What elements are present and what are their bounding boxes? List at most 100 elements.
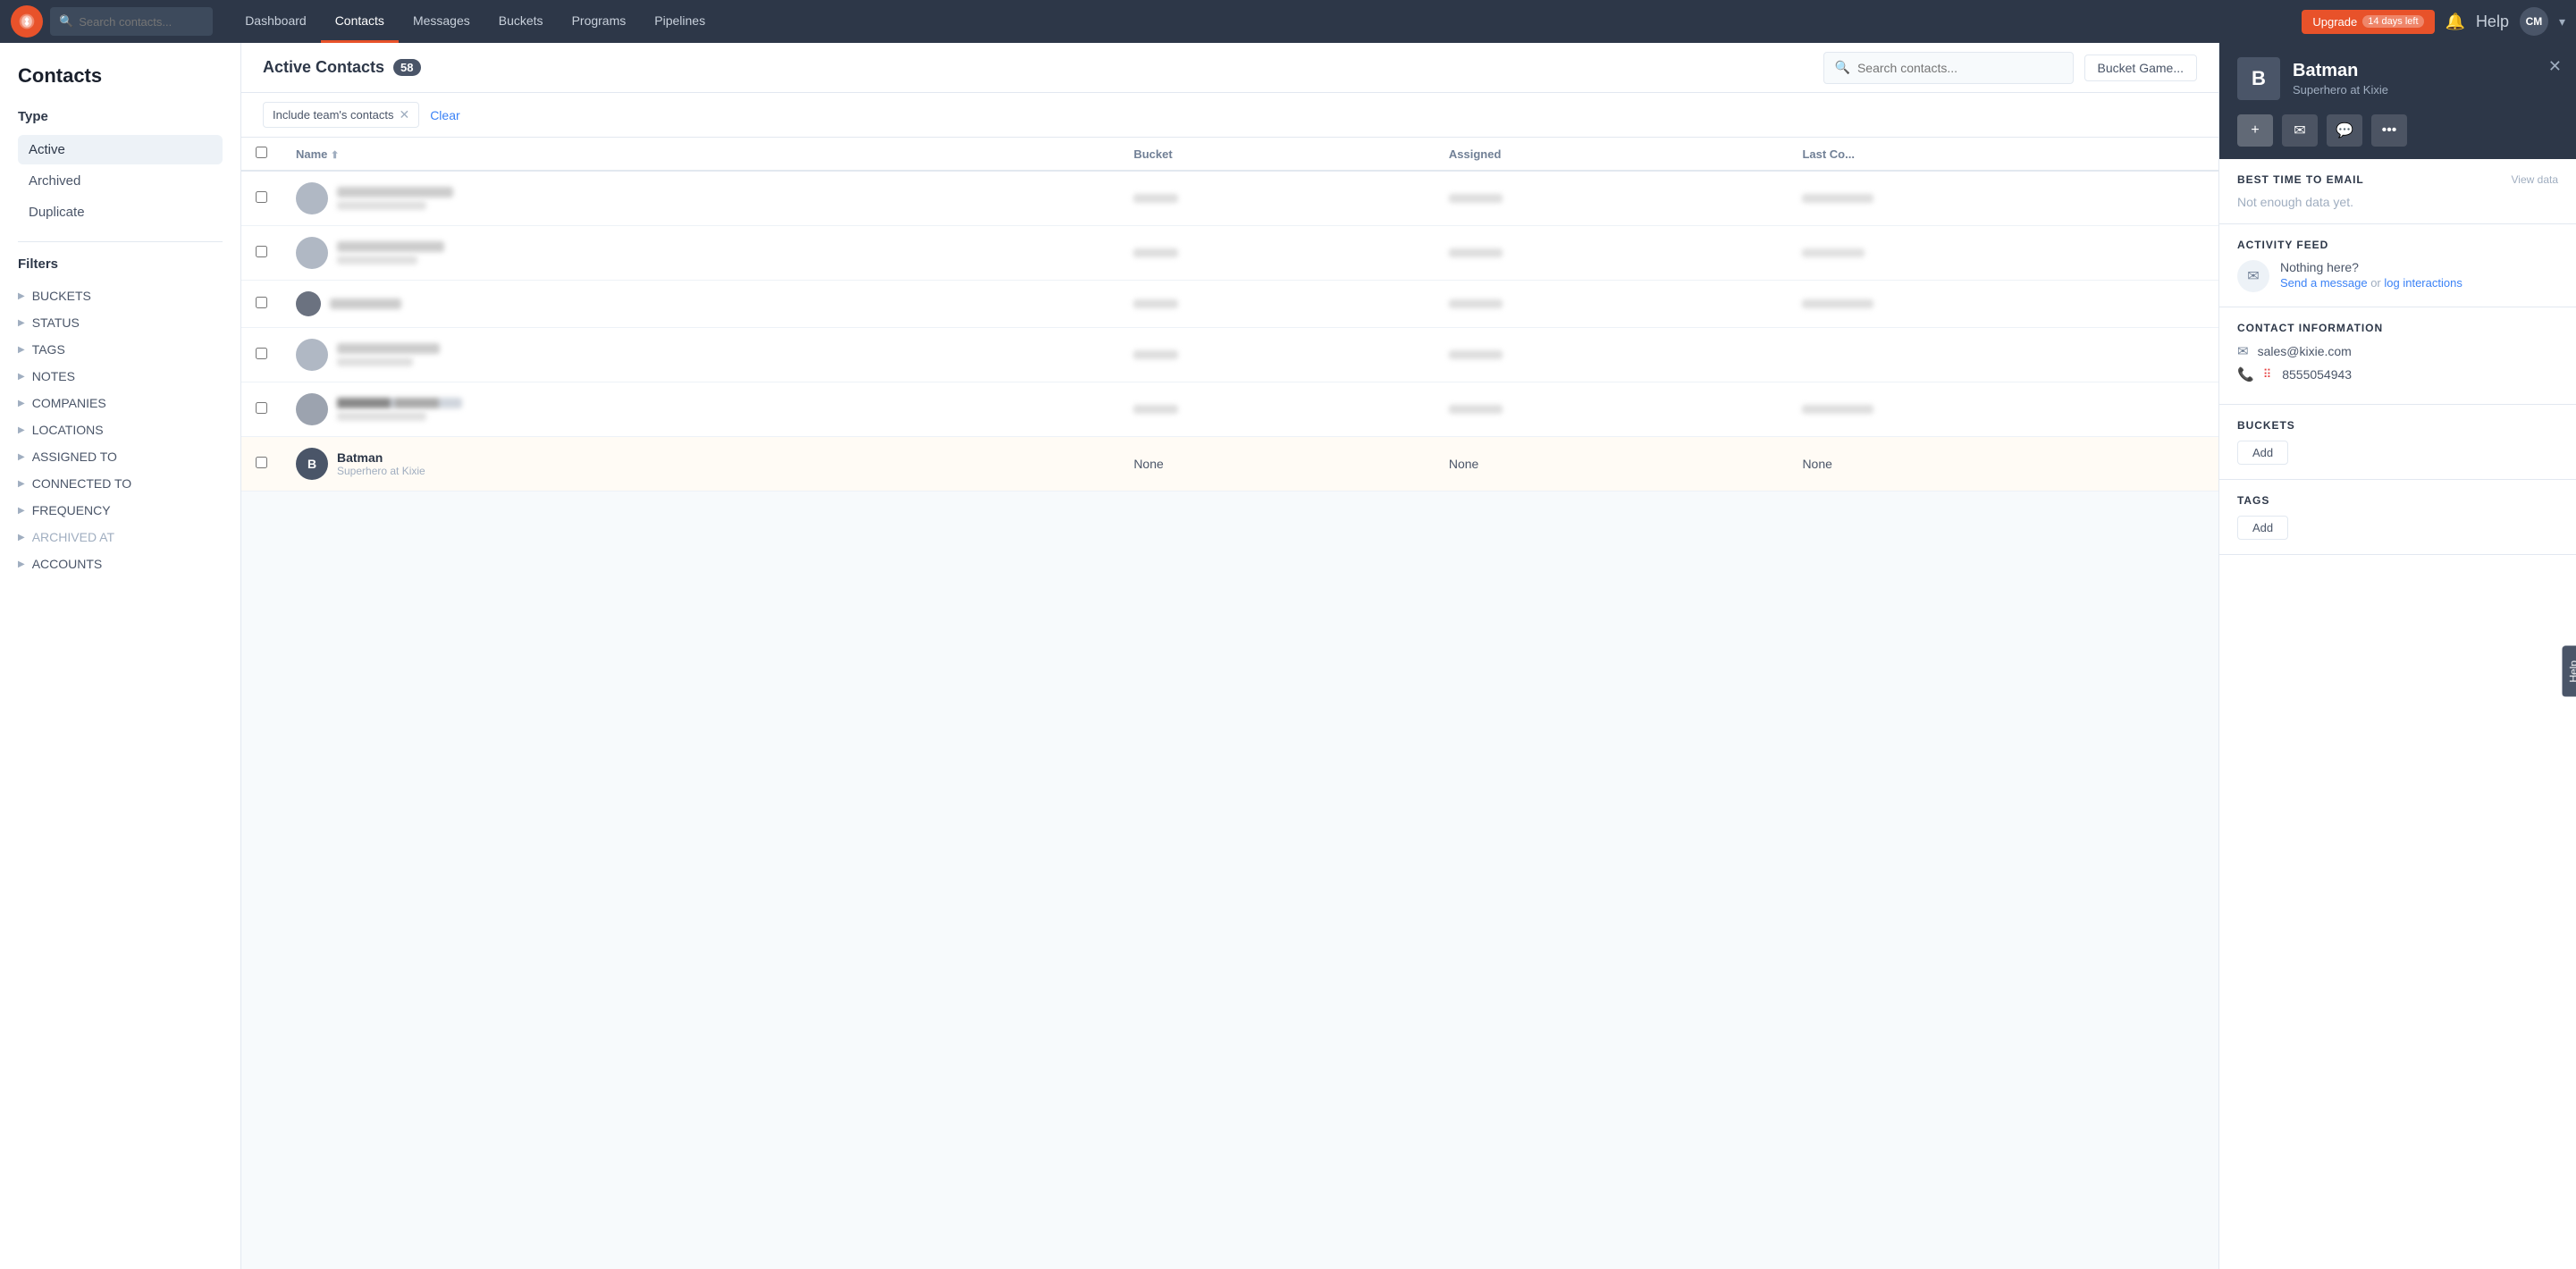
upgrade-label: Upgrade [2312, 15, 2357, 29]
nav-dashboard[interactable]: Dashboard [231, 0, 321, 43]
blurred-lastco [1802, 248, 1865, 257]
column-name[interactable]: Name ⬆ [282, 138, 1119, 171]
nav-buckets[interactable]: Buckets [484, 0, 558, 43]
nav-programs[interactable]: Programs [558, 0, 641, 43]
chevron-right-icon: ▶ [18, 559, 25, 569]
sort-icon: ⬆ [331, 150, 339, 161]
remove-filter-icon[interactable]: ✕ [399, 107, 409, 122]
filter-notes[interactable]: ▶ NOTES [18, 363, 223, 390]
contact-subtitle: Superhero at Kixie [337, 465, 425, 477]
avatar: B [296, 448, 328, 480]
add-tag-button[interactable]: Add [2237, 516, 2288, 540]
main-layout: Contacts Type Active Archived Duplicate … [0, 43, 2576, 1269]
phone-row: 📞 ⠿ 8555054943 [2237, 366, 2558, 382]
filter-tags[interactable]: ▶ TAGS [18, 336, 223, 363]
upgrade-button[interactable]: Upgrade 14 days left [2302, 10, 2434, 34]
log-interactions-link[interactable]: log interactions [2384, 276, 2462, 290]
contact-email: sales@kixie.com [2258, 344, 2352, 358]
nav-contacts[interactable]: Contacts [321, 0, 399, 43]
row-checkbox[interactable] [256, 191, 267, 203]
row-checkbox[interactable] [256, 348, 267, 359]
filter-status[interactable]: ▶ STATUS [18, 309, 223, 336]
chevron-right-icon: ▶ [18, 452, 25, 462]
search-input[interactable] [79, 15, 204, 29]
more-actions-button[interactable]: ••• [2371, 114, 2407, 147]
blurred-bucket [1133, 299, 1178, 308]
blurred-lastco [1802, 299, 1873, 308]
chevron-right-icon: ▶ [18, 479, 25, 489]
no-data-text: Not enough data yet. [2237, 195, 2558, 209]
help-button[interactable]: Help [2476, 13, 2509, 31]
email-action-button[interactable]: ✉ [2282, 114, 2318, 147]
filter-accounts[interactable]: ▶ ACCOUNTS [18, 550, 223, 577]
table-row[interactable] [241, 226, 2218, 281]
global-search[interactable]: 🔍 [50, 7, 213, 36]
avatar[interactable]: CM [2520, 7, 2548, 36]
send-message-link[interactable]: Send a message [2280, 276, 2368, 290]
type-active[interactable]: Active [18, 135, 223, 164]
contacts-search-input[interactable] [1857, 61, 2062, 75]
blurred-bucket [1133, 194, 1178, 203]
avatar [296, 393, 328, 425]
add-action-button[interactable]: + [2237, 114, 2273, 147]
batman-assigned: None [1435, 437, 1789, 492]
filter-companies-label: COMPANIES [32, 396, 106, 410]
phone-icon: 📞 [2237, 366, 2254, 382]
select-all-checkbox[interactable] [256, 147, 267, 158]
nav-messages[interactable]: Messages [399, 0, 484, 43]
row-checkbox[interactable] [256, 402, 267, 414]
contacts-table: Name ⬆ Bucket Assigned Last Co... [241, 138, 2218, 492]
close-panel-button[interactable]: ✕ [2548, 57, 2562, 76]
type-archived[interactable]: Archived [18, 166, 223, 196]
best-time-title: BEST TIME TO EMAIL View data [2237, 173, 2558, 186]
filter-archived-at[interactable]: ▶ ARCHIVED AT [18, 524, 223, 550]
table-row[interactable] [241, 171, 2218, 226]
clear-filters-button[interactable]: Clear [430, 108, 459, 122]
blurred-name [330, 298, 401, 309]
name-cell [296, 237, 1105, 269]
panel-avatar: B [2237, 57, 2280, 100]
notifications-button[interactable]: 🔔 [2446, 13, 2465, 31]
table-row[interactable] [241, 382, 2218, 437]
nothing-here-text: Nothing here? [2280, 260, 2462, 274]
avatar-initials: CM [2526, 15, 2543, 28]
blurred-assigned [1449, 405, 1503, 414]
avatar-chevron-icon[interactable]: ▾ [2559, 14, 2565, 29]
batman-row[interactable]: B Batman Superhero at Kixie None None No… [241, 437, 2218, 492]
view-data-link[interactable]: View data [2512, 173, 2558, 186]
chevron-right-icon: ▶ [18, 318, 25, 328]
help-tab[interactable]: Help [2563, 646, 2576, 697]
avatar [296, 237, 328, 269]
nav-pipelines[interactable]: Pipelines [640, 0, 720, 43]
blurred-assigned [1449, 194, 1503, 203]
blurred-subtitle [337, 256, 417, 265]
phone-grid-icon: ⠿ [2263, 367, 2272, 382]
nav-links: Dashboard Contacts Messages Buckets Prog… [231, 0, 2302, 43]
add-bucket-button[interactable]: Add [2237, 441, 2288, 465]
blurred-bucket [1133, 248, 1178, 257]
buckets-section: BUCKETS Add [2219, 405, 2576, 480]
message-action-button[interactable]: 💬 [2327, 114, 2362, 147]
type-duplicate[interactable]: Duplicate [18, 197, 223, 227]
table-row[interactable] [241, 281, 2218, 328]
filter-frequency[interactable]: ▶ FREQUENCY [18, 497, 223, 524]
row-checkbox[interactable] [256, 457, 267, 468]
blurred-assigned [1449, 350, 1503, 359]
row-checkbox[interactable] [256, 246, 267, 257]
tags-title: TAGS [2237, 494, 2558, 507]
best-time-section: BEST TIME TO EMAIL View data Not enough … [2219, 159, 2576, 224]
filter-buckets[interactable]: ▶ BUCKETS [18, 282, 223, 309]
contacts-search[interactable]: 🔍 [1823, 52, 2074, 84]
filter-connected-to[interactable]: ▶ CONNECTED TO [18, 470, 223, 497]
upgrade-badge: 14 days left [2362, 15, 2423, 28]
bucket-game-button[interactable]: Bucket Game... [2084, 55, 2197, 81]
filter-companies[interactable]: ▶ COMPANIES [18, 390, 223, 416]
left-sidebar: Contacts Type Active Archived Duplicate … [0, 43, 241, 1269]
logo[interactable] [11, 5, 43, 38]
filter-tags-label: TAGS [32, 342, 65, 357]
table-row[interactable] [241, 328, 2218, 382]
filter-locations[interactable]: ▶ LOCATIONS [18, 416, 223, 443]
filter-frequency-label: FREQUENCY [32, 503, 111, 517]
filter-assigned-to[interactable]: ▶ ASSIGNED TO [18, 443, 223, 470]
row-checkbox[interactable] [256, 297, 267, 308]
